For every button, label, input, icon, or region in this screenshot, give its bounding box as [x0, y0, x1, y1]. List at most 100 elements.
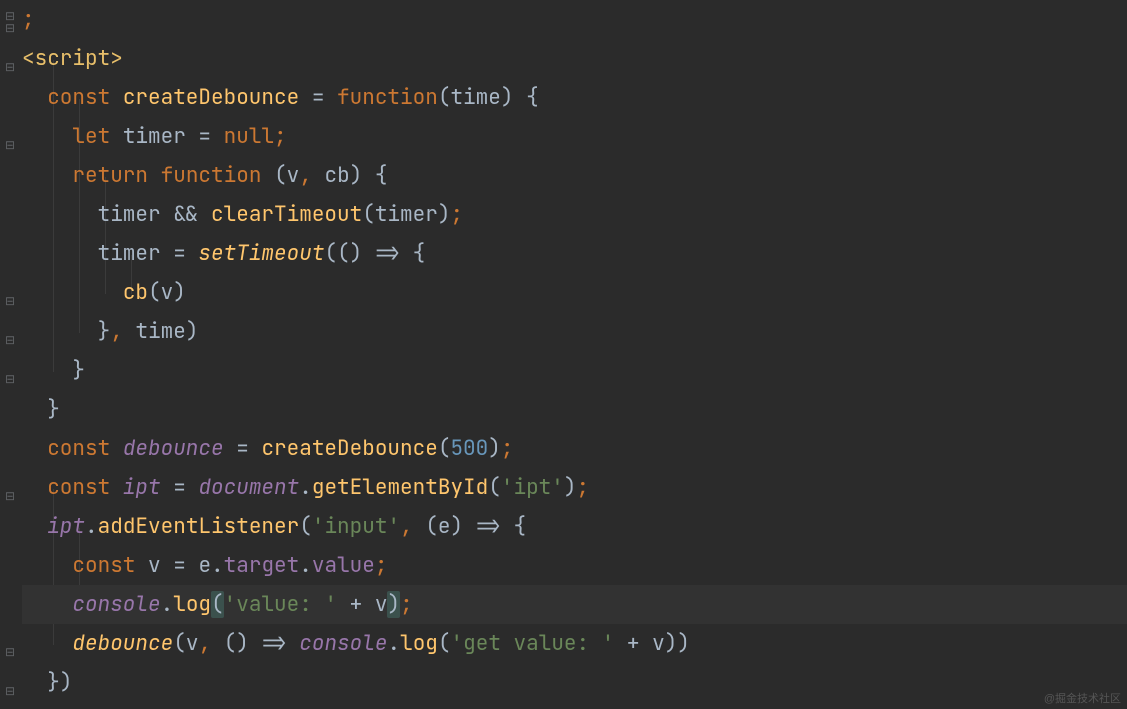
call-createDebounce: createDebounce	[261, 435, 437, 462]
semicolon: ;	[22, 6, 35, 33]
paren-close: )	[186, 318, 199, 345]
paren-close: )	[665, 630, 678, 657]
gutter: ⊟ ⊟ ⊟ ⊟ ⊟ ⊟ ⊟ ⊟ ⊟ ⊟	[0, 0, 20, 709]
op-eq: =	[299, 84, 337, 111]
paren-open: (	[324, 240, 337, 267]
op-arrow: =>	[249, 630, 299, 657]
comma: ,	[400, 513, 413, 540]
dot: .	[299, 474, 312, 501]
paren-close: )	[350, 162, 363, 189]
tag-open: <script>	[22, 45, 123, 72]
paren-close: )	[564, 474, 577, 501]
kw-const: const	[47, 435, 110, 462]
code-line: }, time)	[22, 312, 1127, 351]
id-document: document	[198, 474, 299, 501]
arg-time: time	[135, 318, 185, 345]
fold-marker-open[interactable]: ⊟	[4, 490, 16, 502]
fn-log: log	[173, 591, 211, 618]
op-eq: =	[161, 240, 199, 267]
fn-getElementById: getElementById	[312, 474, 488, 501]
brace-open: {	[375, 162, 388, 189]
paren-close: )	[60, 669, 73, 696]
str-input: 'input'	[312, 513, 400, 540]
paren-close: )	[450, 513, 463, 540]
id-v: v	[652, 630, 665, 657]
paren-close: )	[438, 201, 451, 228]
call-cb: cb	[123, 279, 148, 306]
paren-open: (	[224, 630, 237, 657]
code-line: <script>	[22, 39, 1127, 78]
op-arrow: =>	[362, 240, 412, 267]
arg-v: v	[161, 279, 174, 306]
paren-close: )	[501, 84, 514, 111]
op-and: &&	[161, 201, 211, 228]
str-get-value: 'get value: '	[451, 630, 615, 657]
code-editor[interactable]: ⊟ ⊟ ⊟ ⊟ ⊟ ⊟ ⊟ ⊟ ⊟ ⊟ ; <script> const cre…	[0, 0, 1127, 709]
code-line: const debounce = createDebounce(500);	[22, 429, 1127, 468]
op-eq: =	[224, 435, 262, 462]
param-time: time	[450, 84, 500, 111]
semicolon: ;	[274, 123, 287, 150]
id-v: v	[375, 591, 388, 618]
dot: .	[85, 513, 98, 540]
comma: ,	[110, 318, 123, 345]
brace-close: }	[72, 357, 85, 384]
num-500: 500	[450, 435, 488, 462]
brace-close: }	[47, 669, 60, 696]
code-line: timer = setTimeout(() => {	[22, 234, 1127, 273]
brace-open: {	[514, 513, 527, 540]
id-ipt: ipt	[47, 513, 85, 540]
fold-marker-close[interactable]: ⊟	[4, 685, 16, 697]
paren-open: (	[173, 630, 186, 657]
str-ipt: 'ipt'	[501, 474, 564, 501]
paren-close: )	[488, 435, 501, 462]
fold-marker-close[interactable]: ⊟	[4, 334, 16, 346]
id-ipt: ipt	[123, 474, 161, 501]
op-plus: +	[337, 591, 375, 618]
paren-open: (	[488, 474, 501, 501]
param-v: v	[287, 162, 300, 189]
paren-open: (	[337, 240, 350, 267]
paren-open: (	[438, 84, 451, 111]
fn-addEventListener: addEventListener	[98, 513, 300, 540]
id-timer: timer	[98, 201, 161, 228]
op-eq: =	[186, 123, 224, 150]
code-line: let timer = null;	[22, 117, 1127, 156]
brace-open: {	[413, 240, 426, 267]
code-line: ;	[22, 0, 1127, 39]
semicolon: ;	[450, 201, 463, 228]
code-line: </script>	[22, 702, 1127, 709]
fold-marker-close[interactable]: ⊟	[4, 373, 16, 385]
fold-marker-close[interactable]: ⊟	[4, 646, 16, 658]
dot: .	[211, 552, 224, 579]
kw-null: null	[224, 123, 274, 150]
fold-marker-close[interactable]: ⊟	[4, 295, 16, 307]
semicolon: ;	[375, 552, 388, 579]
dot: .	[161, 591, 174, 618]
fold-marker-open[interactable]: ⊟	[4, 22, 16, 34]
arg-timer: timer	[375, 201, 438, 228]
semicolon: ;	[576, 474, 589, 501]
prop-value: value	[312, 552, 375, 579]
kw-function: function	[161, 162, 262, 189]
kw-const: const	[47, 474, 110, 501]
code-line: const ipt = document.getElementById('ipt…	[22, 468, 1127, 507]
op-eq: =	[161, 552, 199, 579]
comma: ,	[299, 162, 312, 189]
paren-close: )	[677, 630, 690, 657]
code-line: const v = e.target.value;	[22, 546, 1127, 585]
paren-open: (	[438, 435, 451, 462]
comma: ,	[198, 630, 211, 657]
kw-return: return	[72, 162, 148, 189]
code-line: cb(v)	[22, 273, 1127, 312]
paren-open: (	[438, 630, 451, 657]
code-line: }	[22, 351, 1127, 390]
fold-marker-open[interactable]: ⊟	[4, 61, 16, 73]
code-area[interactable]: ; <script> const createDebounce = functi…	[20, 0, 1127, 709]
fn-name: createDebounce	[123, 84, 299, 111]
brace-close: }	[47, 396, 60, 423]
fn-setTimeout: setTimeout	[198, 240, 324, 267]
param-e: e	[438, 513, 451, 540]
id-timer: timer	[98, 240, 161, 267]
fold-marker-open[interactable]: ⊟	[4, 139, 16, 151]
